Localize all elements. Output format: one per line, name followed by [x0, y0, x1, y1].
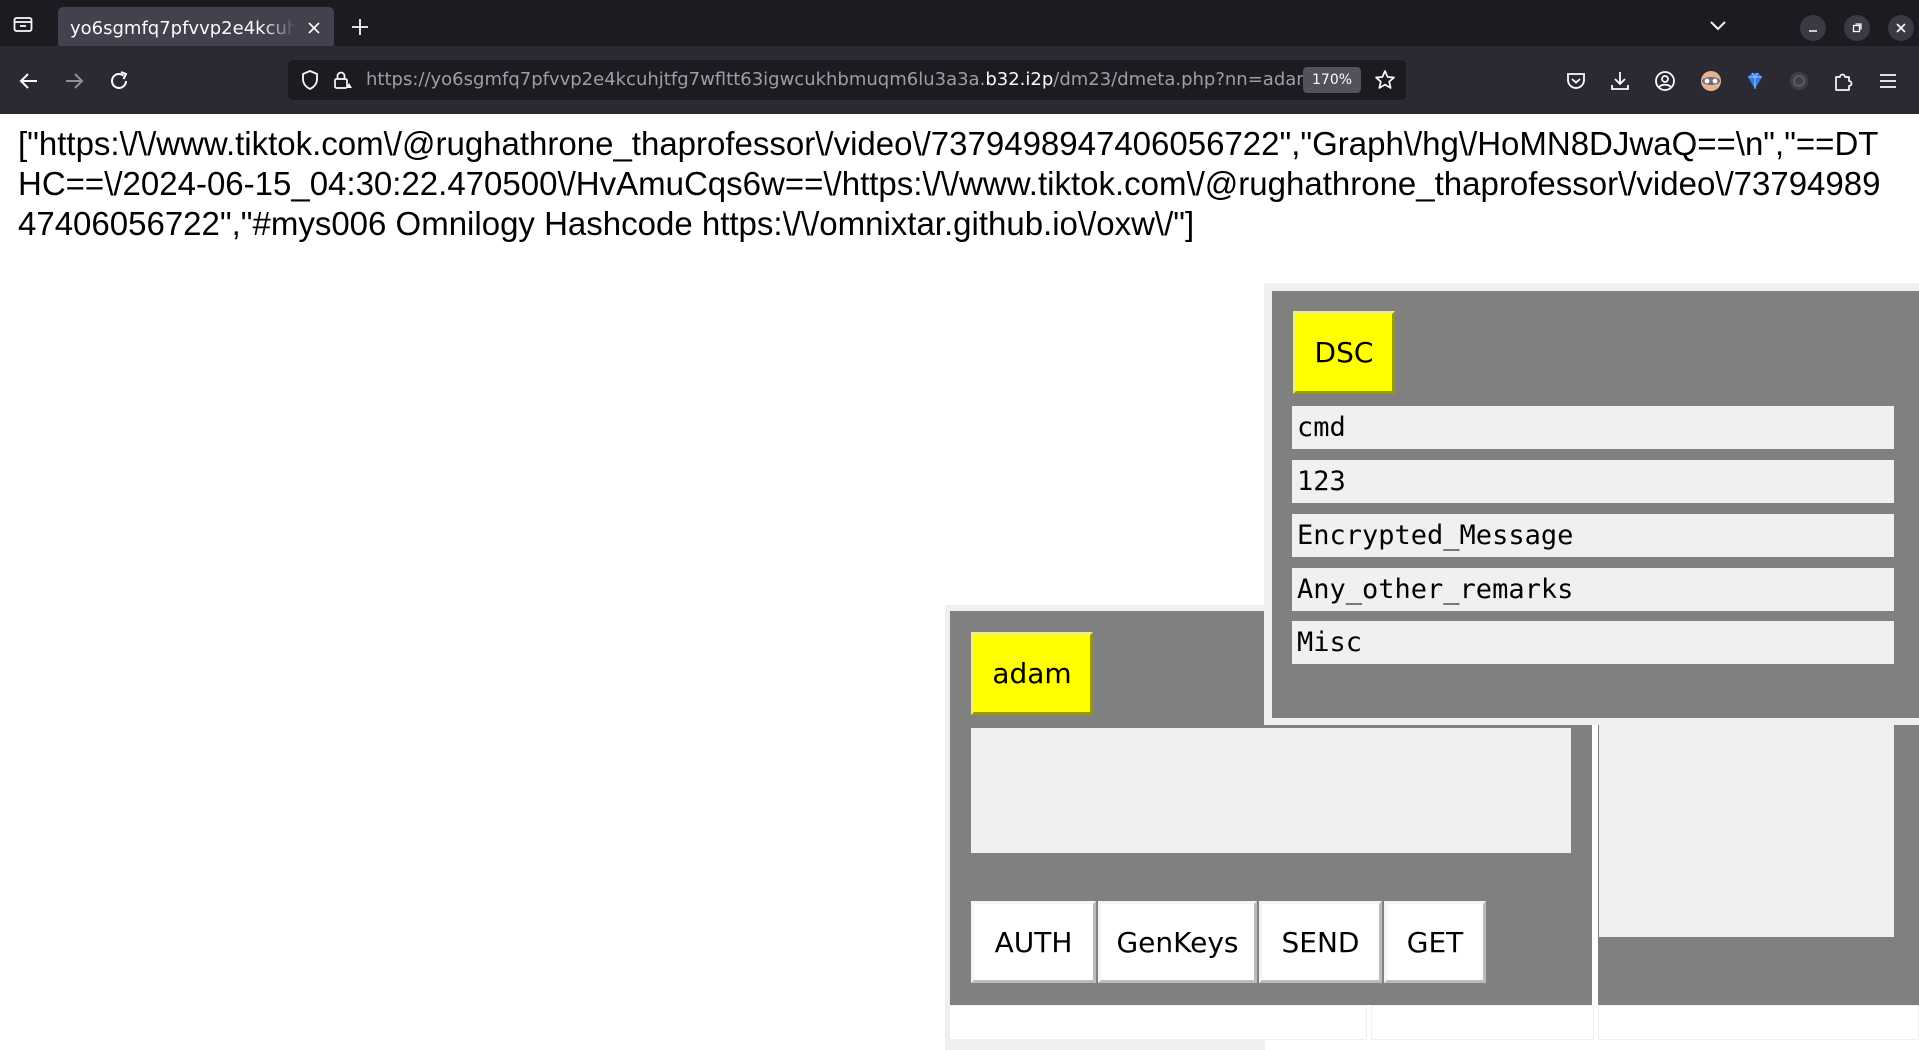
- restore-icon[interactable]: [1844, 15, 1870, 41]
- chevron-down-icon[interactable]: [1706, 16, 1730, 36]
- lock-icon[interactable]: [332, 69, 354, 91]
- auth-button[interactable]: AUTH: [971, 901, 1096, 983]
- url-path: /dm23/dmeta.php?nn=adam: [1053, 69, 1314, 90]
- dsc-field-any-other-remarks[interactable]: [1292, 568, 1894, 611]
- plus-icon[interactable]: [349, 16, 371, 38]
- dsc-field-encrypted-message[interactable]: [1292, 514, 1894, 557]
- tab-title: yo6sgmfq7pfvvp2e4kcuhjtfg7wfltt63igwcukh…: [70, 17, 296, 39]
- bottom-cell: [1371, 1005, 1594, 1040]
- tab-list-icon[interactable]: [10, 12, 36, 36]
- right-panel-divider: [1592, 684, 1598, 1005]
- bottom-cell: [949, 1005, 1367, 1040]
- json-response-text: ["https:\/\/www.tiktok.com\/@rughathrone…: [18, 125, 1881, 242]
- hamburger-menu-icon[interactable]: [1874, 67, 1902, 95]
- dsc-field-misc[interactable]: [1292, 621, 1894, 664]
- navigation-toolbar: https://yo6sgmfq7pfvvp2e4kcuhjtfg7wfltt6…: [0, 46, 1919, 114]
- message-textarea[interactable]: [971, 728, 1571, 853]
- arrow-right-icon[interactable]: [61, 68, 87, 94]
- download-icon[interactable]: [1606, 67, 1634, 95]
- bottom-cell: [1598, 1005, 1919, 1040]
- user-button-adam[interactable]: adam: [971, 632, 1093, 715]
- extension-mask-icon[interactable]: [1697, 67, 1725, 95]
- star-icon[interactable]: [1373, 68, 1397, 92]
- account-icon[interactable]: [1651, 67, 1679, 95]
- extension-disabled-icon[interactable]: [1785, 67, 1813, 95]
- zoom-level-badge[interactable]: 170%: [1303, 67, 1362, 93]
- window-close-icon[interactable]: [1888, 15, 1914, 41]
- minimize-icon[interactable]: [1800, 15, 1826, 41]
- url-host: b32.i2p: [985, 69, 1054, 90]
- tab-strip: yo6sgmfq7pfvvp2e4kcuhjtfg7wfltt63igwcukh…: [0, 0, 1919, 49]
- address-bar[interactable]: https://yo6sgmfq7pfvvp2e4kcuhjtfg7wfltt6…: [288, 60, 1406, 100]
- get-button[interactable]: GET: [1384, 901, 1486, 983]
- reload-icon[interactable]: [106, 68, 132, 94]
- arrow-left-icon[interactable]: [16, 68, 42, 94]
- dsc-field-cmd[interactable]: [1292, 406, 1894, 449]
- pocket-icon[interactable]: [1562, 67, 1590, 95]
- dsc-button[interactable]: DSC: [1293, 311, 1395, 394]
- extension-gem-icon[interactable]: [1741, 67, 1769, 95]
- puzzle-icon[interactable]: [1829, 67, 1857, 95]
- active-tab[interactable]: yo6sgmfq7pfvvp2e4kcuhjtfg7wfltt63igwcukh…: [58, 7, 334, 49]
- url-prefix: https://yo6sgmfq7pfvvp2e4kcuhjtfg7wfltt6…: [366, 69, 986, 90]
- genkeys-button[interactable]: GenKeys: [1098, 901, 1257, 983]
- send-button[interactable]: SEND: [1259, 901, 1382, 983]
- dsc-field-123[interactable]: [1292, 460, 1894, 503]
- shield-icon[interactable]: [300, 69, 320, 91]
- close-icon[interactable]: [306, 20, 322, 36]
- url-text[interactable]: https://yo6sgmfq7pfvvp2e4kcuhjtfg7wfltt6…: [366, 69, 1314, 90]
